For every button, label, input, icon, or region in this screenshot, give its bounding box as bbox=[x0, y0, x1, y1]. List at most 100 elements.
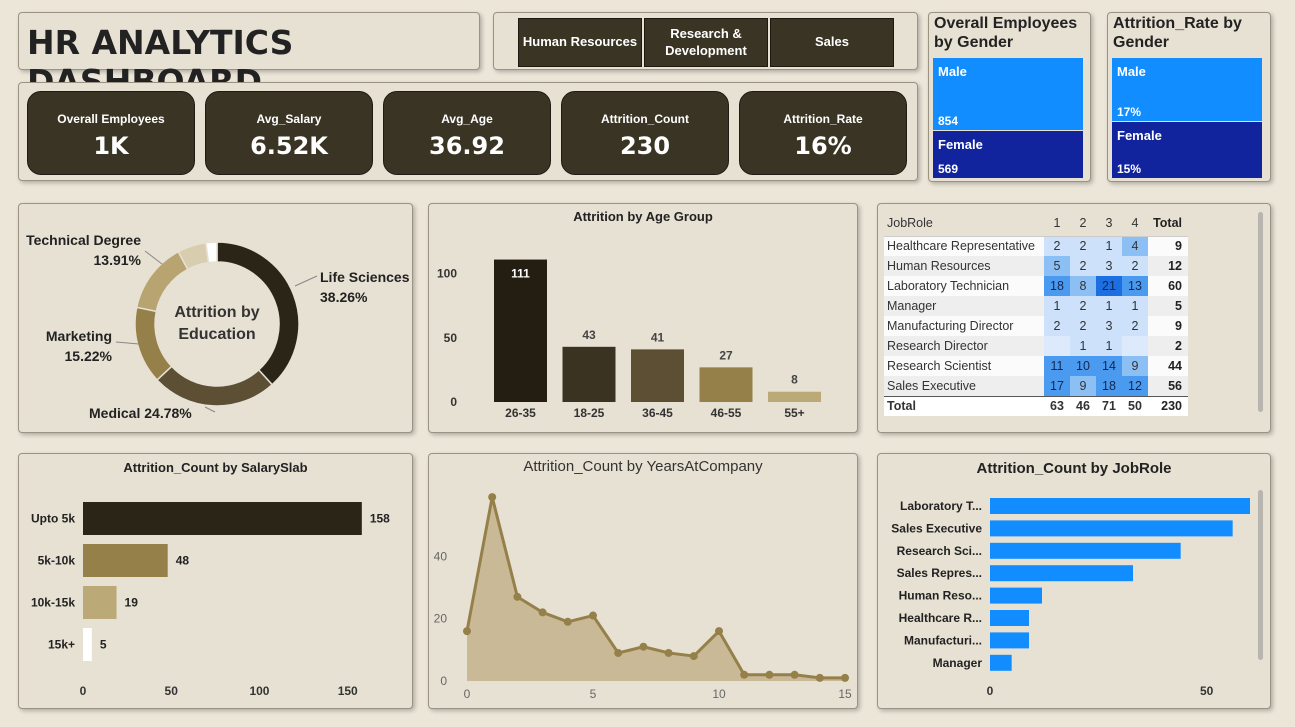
data-point bbox=[765, 670, 774, 679]
table-cell bbox=[1044, 336, 1070, 356]
data-point bbox=[488, 493, 497, 502]
data-point bbox=[513, 592, 522, 601]
data-point bbox=[790, 670, 799, 679]
table-cell: 14 bbox=[1096, 356, 1122, 376]
bar bbox=[990, 587, 1042, 604]
table-cell: 2 bbox=[1070, 316, 1096, 336]
category-label: Sales Executive bbox=[891, 521, 982, 535]
kpi-label: Avg_Salary bbox=[256, 112, 322, 126]
slice-label: Marketing bbox=[46, 328, 112, 344]
years-at-company-chart: 0 20 40 0 5 10 15 bbox=[434, 493, 852, 701]
data-label: 158 bbox=[370, 512, 390, 526]
kpi-value: 1K bbox=[93, 132, 129, 160]
category-label: Human Reso... bbox=[899, 589, 982, 603]
table-cell: 9 bbox=[1070, 376, 1096, 396]
slice-percent: 38.26% bbox=[320, 289, 368, 305]
data-point bbox=[463, 627, 471, 636]
leader-line bbox=[144, 250, 163, 265]
data-point bbox=[538, 608, 547, 617]
slice-percent: 13.91% bbox=[94, 252, 142, 268]
donut-center-label: Education bbox=[178, 326, 255, 343]
donut-slice bbox=[135, 250, 189, 313]
y-tick-label: 0 bbox=[450, 395, 457, 409]
data-label: 111 bbox=[511, 267, 530, 281]
matrix-header-row: JobRole 1 2 3 4 Total bbox=[884, 210, 1188, 237]
table-cell: 44 bbox=[1148, 356, 1188, 376]
table-cell: 8 bbox=[1070, 276, 1096, 296]
table-cell: 12 bbox=[1122, 376, 1148, 396]
table-cell: 2 bbox=[1148, 336, 1188, 356]
row-label: Research Scientist bbox=[884, 356, 1044, 376]
table-row: Laboratory Technician 18 8 21 13 60 bbox=[884, 276, 1188, 296]
table-cell: 2 bbox=[1070, 296, 1096, 316]
table-cell bbox=[1122, 336, 1148, 356]
kpi-avg-salary: Avg_Salary 6.52K bbox=[205, 91, 373, 175]
category-label: Upto 5k bbox=[31, 512, 75, 526]
tile-value: 569 bbox=[938, 162, 959, 176]
x-tick-label: 15 bbox=[838, 687, 852, 701]
column-header[interactable]: Total bbox=[1148, 210, 1188, 237]
total-cell: 230 bbox=[1148, 395, 1188, 416]
category-label: Research Sci... bbox=[897, 544, 982, 558]
education-donut-card: Attrition by Education Life Sciences 38.26%… bbox=[18, 203, 413, 433]
tile-male[interactable]: Male 17% bbox=[1112, 58, 1262, 121]
slicer-research-development[interactable]: Research & Development bbox=[644, 18, 768, 67]
table-cell: 1 bbox=[1096, 336, 1122, 356]
table-cell: 3 bbox=[1096, 316, 1122, 336]
employees-by-gender-title: Overall Employees by Gender bbox=[934, 15, 1078, 52]
jobrole-scrollbar[interactable] bbox=[1258, 490, 1263, 660]
donut-slice bbox=[204, 241, 218, 264]
category-label: Manager bbox=[933, 656, 983, 670]
column-header[interactable]: 4 bbox=[1122, 210, 1148, 237]
row-label: Healthcare Representative bbox=[884, 236, 1044, 256]
tile-label: Female bbox=[938, 137, 983, 152]
tile-male[interactable]: Male 854 bbox=[933, 58, 1083, 130]
column-header[interactable]: 2 bbox=[1070, 210, 1096, 237]
tile-label: Male bbox=[1117, 64, 1146, 79]
table-cell: 18 bbox=[1096, 376, 1122, 396]
bar bbox=[990, 654, 1012, 671]
leader-line bbox=[115, 341, 140, 345]
data-label: 43 bbox=[582, 328, 596, 342]
slicer-human-resources[interactable]: Human Resources bbox=[518, 18, 642, 67]
data-point bbox=[715, 627, 723, 636]
table-cell: 5 bbox=[1044, 256, 1070, 276]
department-slicer: Human Resources Research & Development S… bbox=[493, 12, 918, 70]
table-cell: 12 bbox=[1148, 256, 1188, 276]
data-point bbox=[589, 611, 597, 620]
column-header[interactable]: JobRole bbox=[884, 210, 1044, 237]
bar bbox=[768, 391, 821, 402]
table-cell: 2 bbox=[1070, 256, 1096, 276]
kpi-label: Avg_Age bbox=[441, 112, 493, 126]
x-tick-label: 50 bbox=[165, 684, 179, 698]
jobrole-matrix-card: JobRole 1 2 3 4 Total Healthcare Representativ… bbox=[877, 203, 1271, 433]
total-row: Total 63 46 71 50 230 bbox=[884, 395, 1188, 416]
table-cell: 21 bbox=[1096, 276, 1122, 296]
kpi-panel: Overall Employees 1K Avg_Salary 6.52K Avg_… bbox=[18, 82, 918, 181]
y-tick-label: 50 bbox=[444, 331, 458, 345]
data-label: 48 bbox=[176, 554, 190, 568]
matrix-scrollbar[interactable] bbox=[1258, 212, 1263, 412]
tile-female[interactable]: Female 15% bbox=[1112, 122, 1262, 178]
attrition-rate-by-gender-title: Attrition_Rate by Gender bbox=[1113, 15, 1242, 52]
category-label: Sales Repres... bbox=[897, 566, 982, 580]
data-point bbox=[614, 648, 623, 657]
x-tick-label: 0 bbox=[987, 684, 994, 698]
table-row: Research Director 1 1 2 bbox=[884, 336, 1188, 356]
data-point bbox=[689, 652, 698, 661]
row-label: Laboratory Technician bbox=[884, 276, 1044, 296]
kpi-overall-employees: Overall Employees 1K bbox=[27, 91, 195, 175]
leader-line bbox=[204, 406, 216, 413]
x-tick-label: 0 bbox=[80, 684, 87, 698]
data-point bbox=[563, 617, 572, 626]
total-cell: 50 bbox=[1122, 395, 1148, 416]
area-fill bbox=[467, 497, 845, 681]
x-tick-label: 50 bbox=[1200, 684, 1214, 698]
donut-slice bbox=[156, 365, 274, 407]
slicer-sales[interactable]: Sales bbox=[770, 18, 894, 67]
employees-by-gender-card: Overall Employees by Gender Male 854 Fema… bbox=[928, 12, 1091, 182]
column-header[interactable]: 1 bbox=[1044, 210, 1070, 237]
kpi-value: 6.52K bbox=[250, 132, 328, 160]
column-header[interactable]: 3 bbox=[1096, 210, 1122, 237]
tile-female[interactable]: Female 569 bbox=[933, 131, 1083, 178]
